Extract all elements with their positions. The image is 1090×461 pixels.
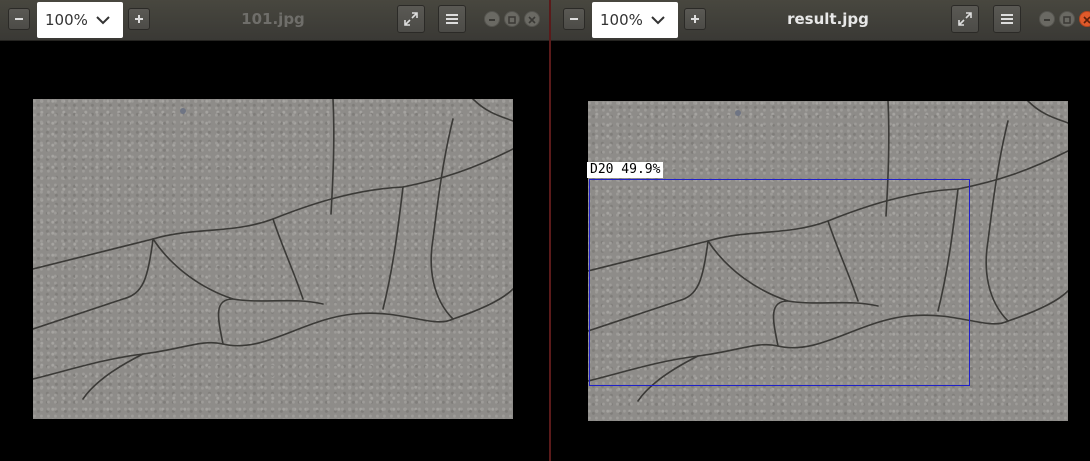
fullscreen-icon — [404, 12, 418, 26]
zoom-out-icon — [570, 18, 578, 20]
zoom-in-button[interactable] — [684, 8, 706, 30]
zoom-in-icon — [135, 15, 143, 23]
detection-label: D20 49.9% — [587, 162, 664, 178]
close-button[interactable] — [1079, 11, 1090, 27]
detection-bounding-box — [589, 179, 970, 386]
window-title: result.jpg — [787, 10, 869, 28]
zoom-value: 100% — [45, 11, 88, 29]
window-title: 101.jpg — [241, 10, 305, 28]
zoom-in-button[interactable] — [128, 8, 150, 30]
zoom-out-icon — [15, 18, 23, 20]
fullscreen-button[interactable] — [397, 5, 425, 33]
minimize-button[interactable] — [484, 11, 500, 27]
chevron-down-icon — [96, 16, 110, 25]
hamburger-menu-icon — [446, 14, 458, 24]
close-icon — [528, 16, 536, 24]
fullscreen-icon — [958, 12, 972, 26]
titlebar[interactable]: 100% result.jpg — [551, 0, 1090, 41]
hamburger-menu-icon — [1001, 14, 1013, 24]
image-canvas — [33, 99, 513, 419]
minimize-icon — [489, 19, 495, 21]
minimize-button[interactable] — [1039, 11, 1055, 27]
maximize-icon — [508, 16, 516, 24]
minimize-icon — [1044, 19, 1050, 21]
maximize-button[interactable] — [1059, 11, 1075, 27]
zoom-in-icon — [691, 15, 699, 23]
menu-button[interactable] — [993, 5, 1021, 33]
maximize-button[interactable] — [504, 11, 520, 27]
zoom-combobox[interactable]: 100% — [592, 2, 678, 38]
close-button[interactable] — [524, 11, 540, 27]
zoom-out-button[interactable] — [8, 8, 30, 30]
titlebar[interactable]: 100% 101.jpg — [0, 0, 549, 41]
chevron-down-icon — [651, 16, 665, 25]
close-icon — [1083, 16, 1090, 24]
menu-button[interactable] — [438, 5, 466, 33]
fullscreen-button[interactable] — [951, 5, 979, 33]
pavement-crack-image — [33, 99, 513, 400]
zoom-combobox[interactable]: 100% — [37, 2, 123, 38]
zoom-value: 100% — [600, 11, 643, 29]
image-viewer-window-left: 100% 101.jpg — [0, 0, 549, 461]
maximize-icon — [1063, 16, 1071, 24]
zoom-out-button[interactable] — [563, 8, 585, 30]
